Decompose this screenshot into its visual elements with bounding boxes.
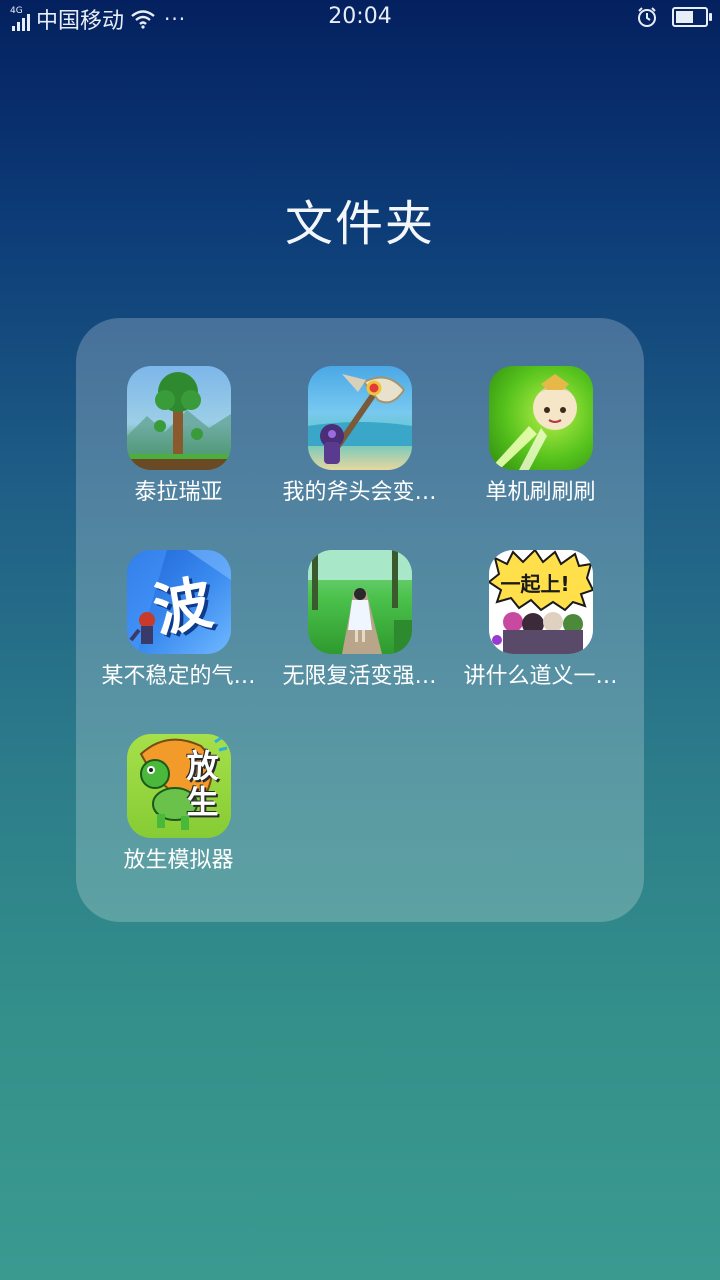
hero-sword-icon[interactable] (488, 366, 593, 470)
status-bar: 4G 中国移动 ··· 20:04 (0, 0, 720, 38)
icon-text: 一起上! (500, 572, 570, 596)
axe-icon[interactable] (307, 366, 412, 470)
heroes-group-icon[interactable]: 一起上! (488, 550, 593, 654)
app-label: 单机刷刷刷 (485, 480, 596, 505)
app-together[interactable]: 一起上! 讲什么道义一… (450, 550, 631, 692)
app-label: 放生模拟器 (123, 848, 234, 873)
forest-path-girl-icon[interactable] (307, 550, 412, 654)
app-axe[interactable]: 我的斧头会变… (269, 366, 450, 508)
turtle-icon[interactable]: 放生 (126, 734, 231, 838)
app-hero[interactable]: 单机刷刷刷 (450, 366, 631, 508)
app-terraria[interactable]: 泰拉瑞亚 (88, 366, 269, 508)
clock: 20:04 (328, 4, 392, 29)
app-release[interactable]: 放生 放生模拟器 (88, 734, 269, 876)
app-wave[interactable]: 波 某不稳定的气… (88, 550, 269, 692)
app-label: 泰拉瑞亚 (134, 480, 223, 505)
folder-panel: 泰拉瑞亚 我的斧头会变… 单机刷刷刷 波 某不稳定的气… 无限复活变强… 一起上… (76, 318, 644, 922)
app-label: 讲什么道义一… (463, 664, 618, 689)
app-revive[interactable]: 无限复活变强… (269, 550, 450, 692)
wave-character-icon[interactable]: 波 (126, 550, 231, 654)
icon-text: 放生 (186, 747, 219, 821)
battery-icon (672, 7, 712, 27)
folder-title[interactable]: 文件夹 (0, 184, 720, 254)
app-label: 无限复活变强… (282, 664, 437, 689)
terraria-tree-icon[interactable] (126, 366, 231, 470)
app-label: 某不稳定的气… (101, 664, 256, 689)
app-label: 我的斧头会变… (282, 480, 437, 505)
alarm-icon (638, 7, 656, 27)
